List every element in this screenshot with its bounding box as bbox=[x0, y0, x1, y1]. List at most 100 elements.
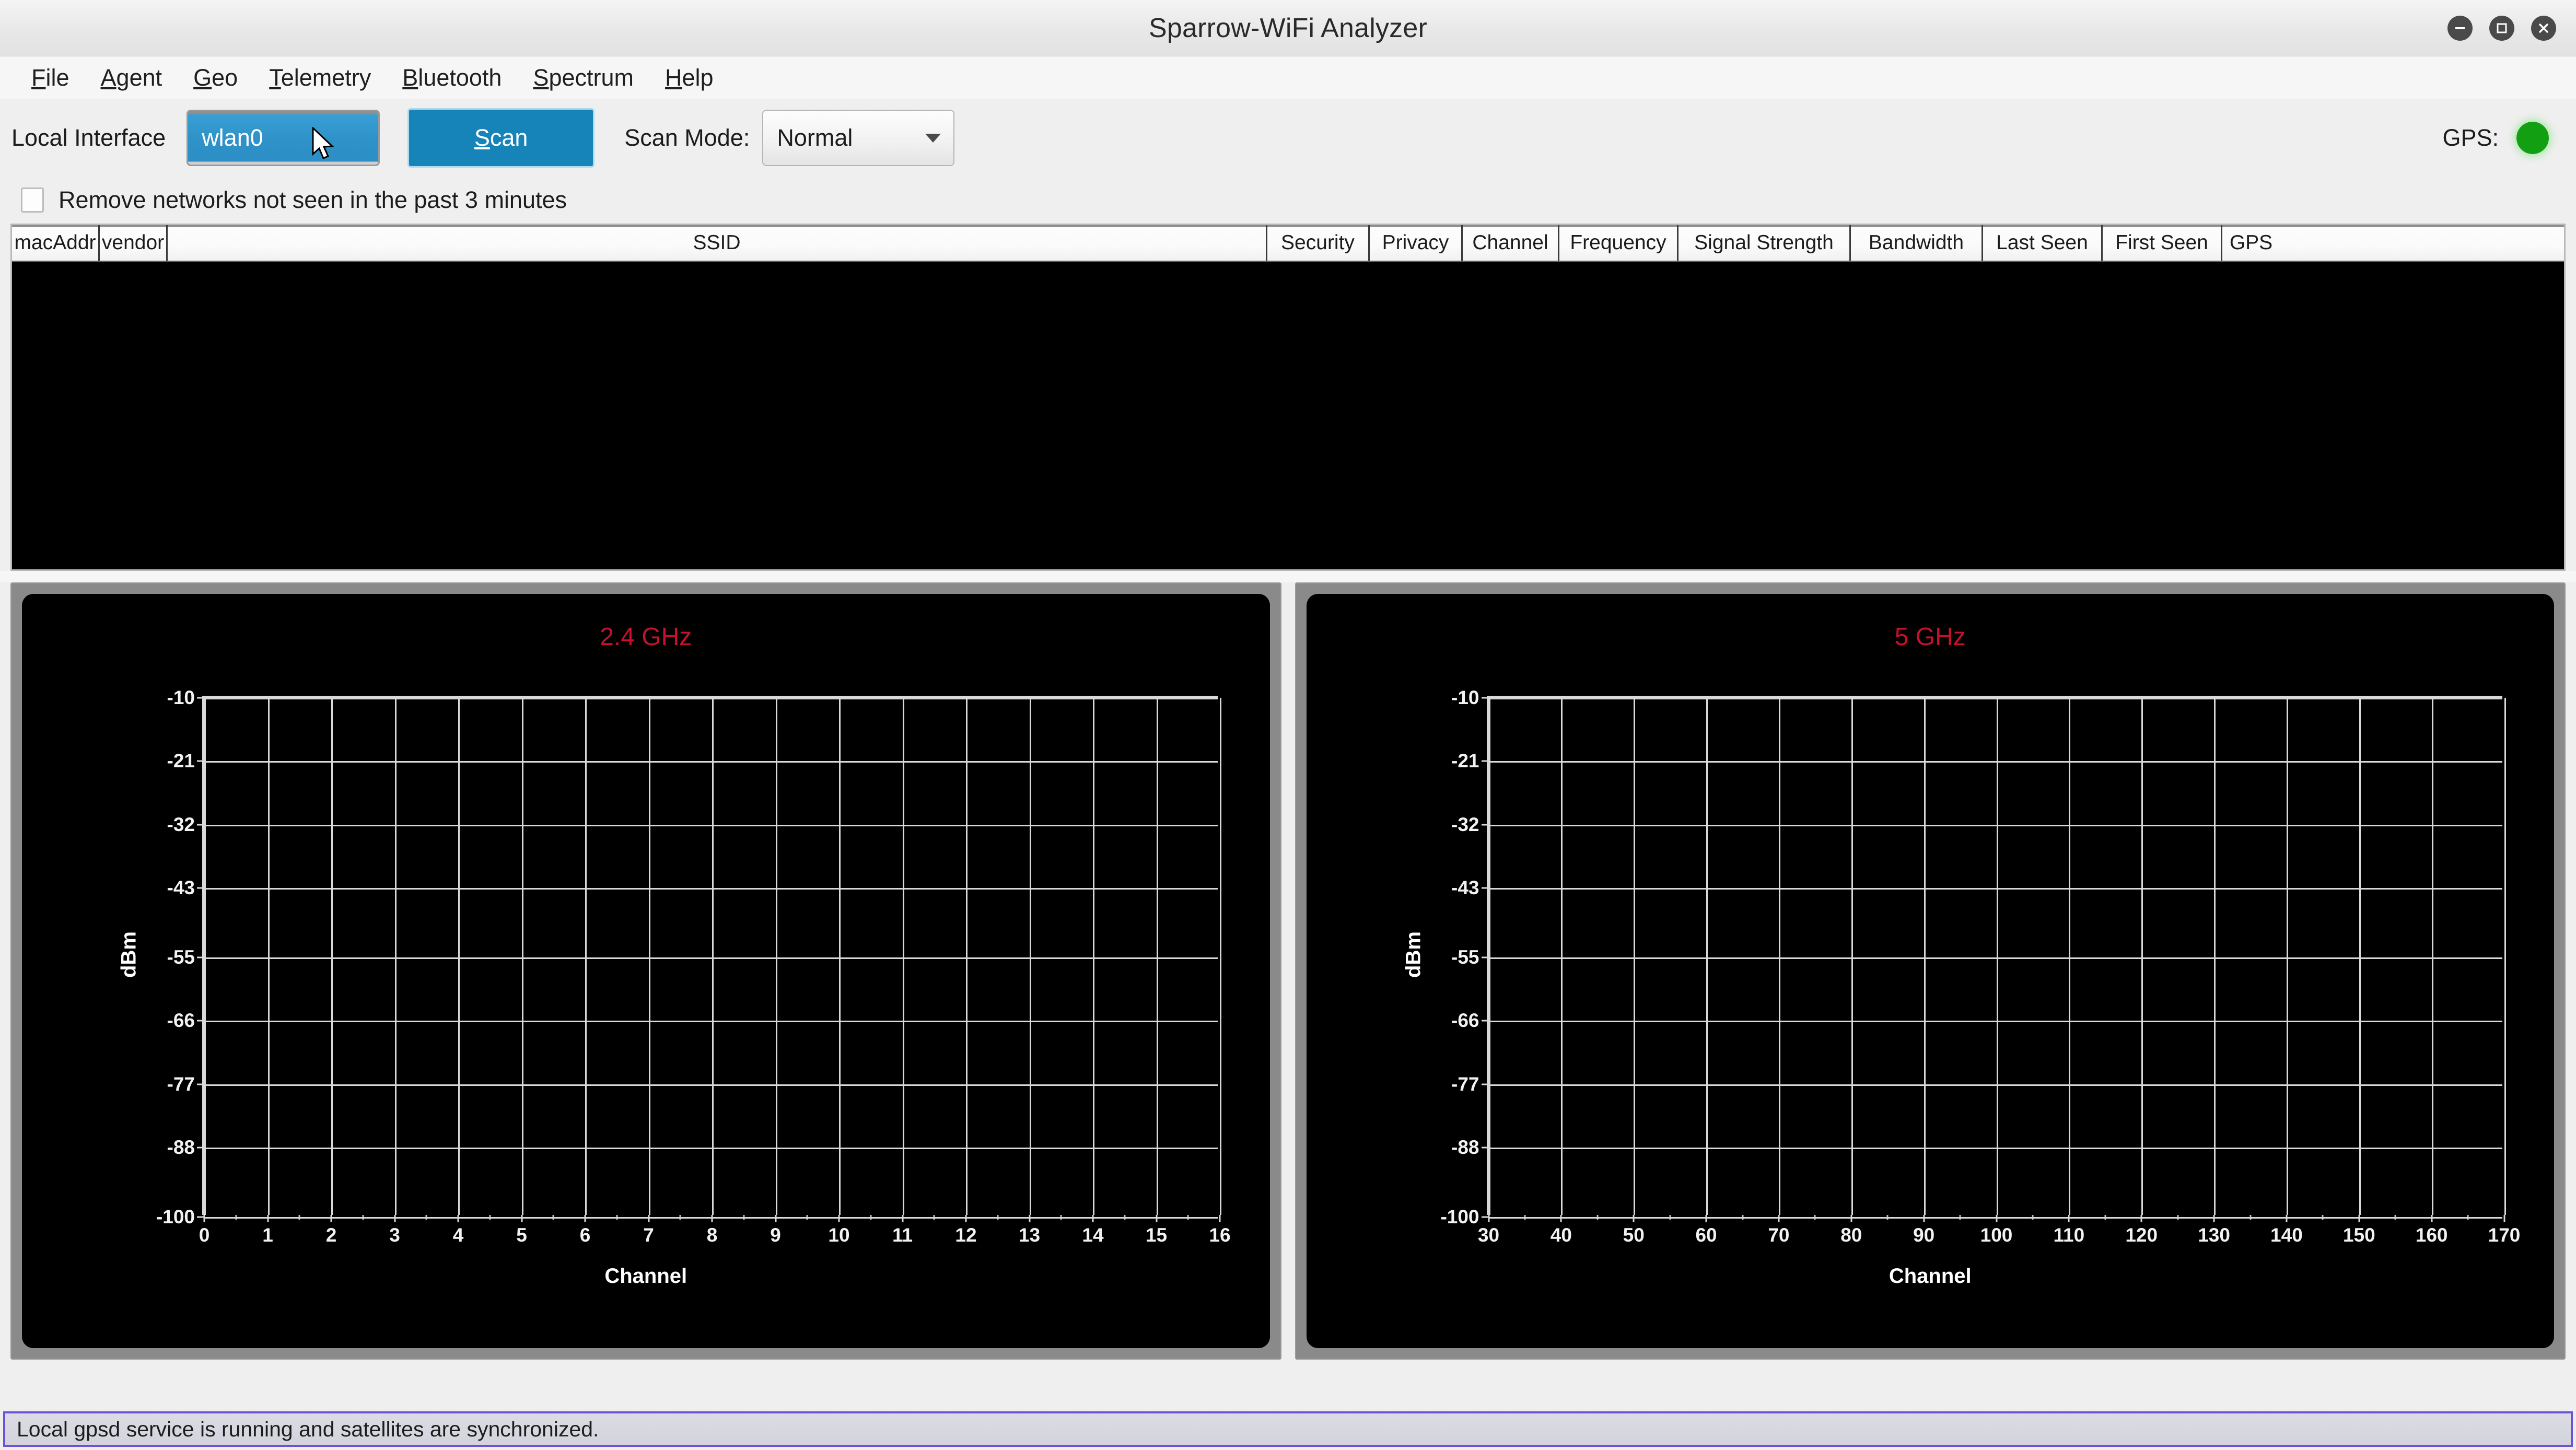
network-table-column-header[interactable]: Bandwidth bbox=[1851, 225, 1983, 261]
x-axis-title: Channel bbox=[604, 1265, 687, 1288]
menu-agent[interactable]: Agent bbox=[85, 60, 178, 96]
y-tick-mark bbox=[1481, 824, 1489, 826]
scan-button[interactable]: Scan bbox=[409, 110, 593, 166]
y-tick-label: -88 bbox=[167, 1137, 195, 1159]
scan-mode-select[interactable]: Normal bbox=[762, 110, 955, 166]
network-table-column-header[interactable]: Last Seen bbox=[1983, 225, 2103, 261]
network-table-column-header[interactable]: GPS bbox=[2222, 225, 2280, 261]
grid-line-vertical bbox=[775, 698, 777, 1215]
grid-line-vertical bbox=[2359, 698, 2361, 1215]
grid-line-vertical bbox=[1778, 698, 1780, 1215]
network-table-column-header[interactable]: Signal Strength bbox=[1679, 225, 1851, 261]
interface-select-value: wlan0 bbox=[202, 124, 263, 151]
grid-line-horizontal bbox=[204, 957, 1218, 959]
network-table-column-header[interactable]: First Seen bbox=[2103, 225, 2222, 261]
menu-bluetooth[interactable]: Bluetooth bbox=[387, 60, 517, 96]
plot-area: 0 1 2 3 4 5 6 7 8 9 10 11 12 13 14 15 16 -10 -21 -32 -43 -55-… bbox=[156, 687, 1231, 1246]
y-tick-mark bbox=[1481, 1216, 1489, 1218]
x-tick-mark bbox=[1923, 1215, 1925, 1222]
network-table-column-header[interactable]: Frequency bbox=[1559, 225, 1679, 261]
column-header-label: Security bbox=[1281, 231, 1355, 254]
grid-line-vertical bbox=[204, 698, 206, 1215]
x-tick-mark bbox=[267, 1215, 269, 1222]
x-tick-label: 13 bbox=[1018, 1224, 1041, 1246]
remove-stale-networks-checkbox[interactable] bbox=[21, 188, 44, 213]
x-tick-mark bbox=[330, 1215, 332, 1222]
x-tick-label: 40 bbox=[1550, 1224, 1572, 1246]
x-tick-label: 160 bbox=[2415, 1224, 2448, 1246]
status-bar-message: Local gpsd service is running and satell… bbox=[17, 1417, 599, 1441]
network-table-column-header[interactable]: Privacy bbox=[1370, 225, 1463, 261]
x-tick-label: 10 bbox=[828, 1224, 850, 1246]
x-tick-mark bbox=[2431, 1215, 2433, 1222]
y-tick-mark bbox=[197, 887, 204, 889]
grid-line-horizontal bbox=[204, 1084, 1218, 1086]
window-controls bbox=[2447, 15, 2556, 41]
x-tick-mark bbox=[1156, 1215, 1157, 1222]
x-tick-mark bbox=[1850, 1215, 1852, 1222]
network-table-column-header[interactable]: Channel bbox=[1463, 225, 1559, 261]
x-tick-mark bbox=[1996, 1215, 1997, 1222]
grid-line-vertical bbox=[839, 698, 841, 1215]
x-tick-mark bbox=[457, 1215, 459, 1222]
plot-area: 30 40 50 60 70 80 90 100 110 120 130 140 150 160 170 -1… bbox=[1440, 687, 2520, 1246]
chart-canvas-2-4ghz[interactable]: 2.4 GHz 0 1 2 3 4 5 6 7 8 9 10 11 12 13 14 15 16 -10 -21 -3… bbox=[22, 594, 1270, 1348]
column-header-label: SSID bbox=[693, 231, 741, 254]
maximize-button[interactable] bbox=[2489, 15, 2514, 41]
y-tick-label: -77 bbox=[1451, 1073, 1479, 1095]
minimize-button[interactable] bbox=[2447, 15, 2473, 41]
pane-splitter[interactable] bbox=[0, 571, 2576, 582]
grid-line-horizontal bbox=[204, 1148, 1218, 1150]
x-tick-mark bbox=[1778, 1215, 1780, 1222]
grid-line-horizontal bbox=[1488, 1217, 2502, 1219]
x-tick-mark bbox=[2068, 1215, 2070, 1222]
chart-panel-2-4ghz: 2.4 GHz 0 1 2 3 4 5 6 7 8 9 10 11 12 13 14 15 16 -10 -21 -3… bbox=[10, 582, 1281, 1360]
x-tick-label: 120 bbox=[2125, 1224, 2158, 1246]
network-table-column-header[interactable]: SSID bbox=[168, 225, 1267, 261]
grid-line-vertical bbox=[394, 698, 397, 1215]
interface-select[interactable]: wlan0 bbox=[187, 110, 380, 166]
remove-stale-networks-label: Remove networks not seen in the past 3 m… bbox=[59, 186, 567, 213]
grid-line-horizontal bbox=[1488, 824, 2502, 826]
x-tick-label: 150 bbox=[2342, 1224, 2375, 1246]
grid-line-vertical bbox=[2286, 698, 2288, 1215]
x-tick-label: 7 bbox=[643, 1224, 654, 1246]
grid-line-vertical bbox=[1220, 698, 1221, 1215]
menu-spectrum[interactable]: Spectrum bbox=[517, 60, 649, 96]
network-table-column-header[interactable]: vendor bbox=[100, 225, 168, 261]
grid-line-vertical bbox=[902, 698, 904, 1215]
grid-line-vertical bbox=[585, 698, 587, 1215]
network-table: macAddr vendor SSID Security Privacy Channel F… bbox=[10, 224, 2566, 571]
chart-canvas-5ghz[interactable]: 5 GHz 30 40 50 60 70 80 90 100 110 120 130 140 150 16… bbox=[1306, 594, 2554, 1348]
network-table-column-header[interactable]: macAddr bbox=[12, 225, 100, 261]
y-tick-mark bbox=[197, 1020, 204, 1022]
menu-help-label-rest: elp bbox=[682, 64, 714, 91]
menu-file[interactable]: File bbox=[16, 60, 85, 96]
network-table-body[interactable] bbox=[12, 262, 2564, 569]
x-axis-title: Channel bbox=[1889, 1265, 1972, 1288]
grid-line-vertical bbox=[1924, 698, 1926, 1215]
y-tick-label: -77 bbox=[167, 1073, 195, 1095]
y-tick-mark bbox=[197, 956, 204, 958]
x-tick-label: 80 bbox=[1840, 1224, 1862, 1246]
menu-help[interactable]: Help bbox=[649, 60, 729, 96]
grid-line-vertical bbox=[648, 698, 650, 1215]
y-tick-label: -66 bbox=[1451, 1010, 1479, 1032]
x-tick-label: 6 bbox=[579, 1224, 591, 1246]
grid-line-vertical bbox=[521, 698, 523, 1215]
minimize-icon bbox=[2455, 27, 2465, 29]
network-table-column-header[interactable]: Security bbox=[1267, 225, 1370, 261]
grid-line-horizontal bbox=[1488, 1084, 2502, 1086]
grid-line-vertical bbox=[458, 698, 460, 1215]
close-button[interactable] bbox=[2531, 15, 2556, 41]
menu-telemetry[interactable]: Telemetry bbox=[253, 60, 387, 96]
grid-line-vertical bbox=[1996, 698, 1998, 1215]
scan-mode-value: Normal bbox=[777, 124, 853, 151]
x-tick-label: 30 bbox=[1477, 1224, 1500, 1246]
grid-line-vertical bbox=[267, 698, 270, 1215]
y-tick-label: -100 bbox=[1440, 1206, 1479, 1227]
y-tick-mark bbox=[1481, 956, 1489, 958]
menu-geo[interactable]: Geo bbox=[178, 60, 253, 96]
status-bar: Local gpsd service is running and satell… bbox=[3, 1411, 2573, 1447]
grid-line-horizontal bbox=[204, 824, 1218, 826]
